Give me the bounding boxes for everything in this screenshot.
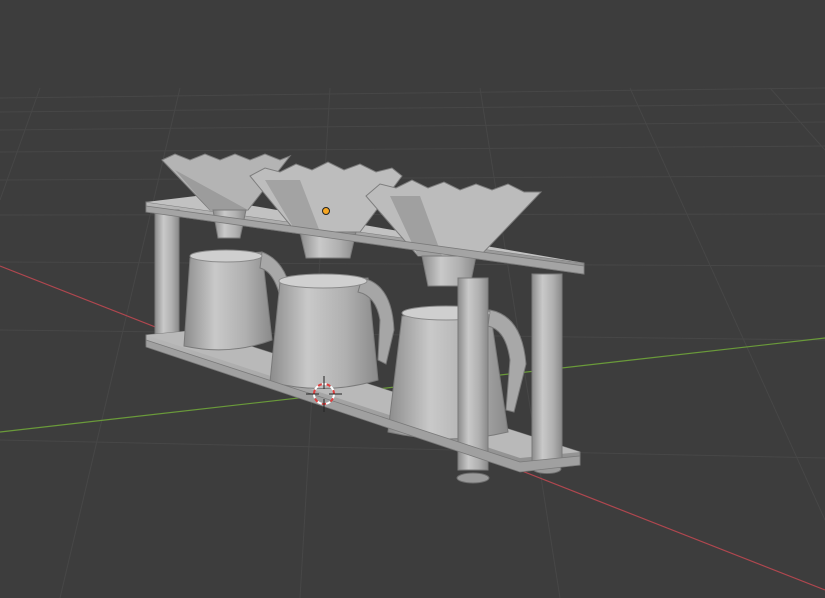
origin-dot	[322, 207, 330, 215]
3d-viewport[interactable]	[0, 0, 825, 598]
viewport-canvas[interactable]	[0, 0, 825, 598]
